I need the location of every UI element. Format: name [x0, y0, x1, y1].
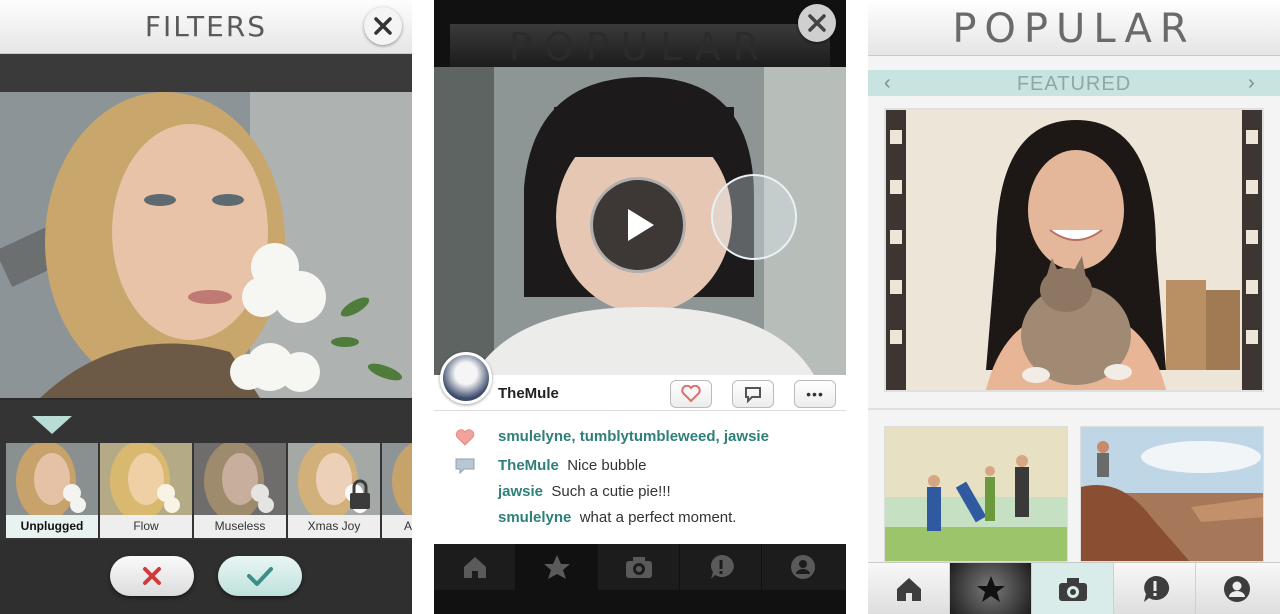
tab-home[interactable] [868, 563, 950, 614]
section-divider [868, 408, 1280, 410]
popular-title: POPULAR [952, 6, 1196, 52]
popular-header: POPULAR [868, 0, 1280, 56]
photo-top-band [0, 54, 412, 92]
post-detail-screen: POPULAR TheMule ••• smulelyne, tumblytum… [434, 0, 846, 614]
tab-profile[interactable] [762, 544, 844, 590]
heart-icon [455, 429, 475, 446]
popular-photo[interactable] [1080, 426, 1264, 562]
filter-unplugged[interactable]: Unplugged [6, 443, 98, 538]
filter-label: Unplugged [6, 515, 98, 538]
tab-home[interactable] [434, 544, 516, 590]
filter-label: Flow [100, 515, 192, 538]
camera-icon [1058, 577, 1087, 601]
tab-popular[interactable] [516, 544, 598, 590]
comment-line: TheMule Nice bubble [498, 457, 646, 474]
filter-label: Xmas Joy [288, 515, 380, 538]
avatar[interactable] [440, 352, 492, 404]
play-icon [628, 209, 654, 241]
comment-icon [1143, 575, 1169, 602]
bottom-edge [434, 590, 846, 614]
close-icon [808, 14, 826, 32]
detail-title: POPULAR [450, 24, 830, 70]
filter-label: A [382, 515, 412, 538]
comment-user[interactable]: TheMule [498, 457, 559, 474]
filter-thumbnail [100, 443, 192, 515]
profile-icon [791, 555, 815, 579]
comment-icon [710, 554, 734, 579]
comment-line: jawsie Such a cutie pie!!! [498, 483, 671, 500]
tab-profile[interactable] [1196, 563, 1278, 614]
more-icon: ••• [806, 386, 824, 402]
check-icon [247, 567, 273, 586]
profile-icon [1224, 575, 1250, 602]
comment-user[interactable]: jawsie [498, 483, 543, 500]
post-username[interactable]: TheMule [498, 385, 559, 402]
comment-line: smulelyne what a perfect moment. [498, 509, 736, 526]
filters-title: FILTERS [144, 10, 268, 43]
heart-icon [681, 385, 701, 403]
filter-thumbnail [288, 443, 380, 515]
tab-activity[interactable] [1114, 563, 1196, 614]
selected-filter-indicator [32, 416, 72, 434]
filter-partial[interactable]: A [382, 443, 412, 538]
popular-photo[interactable] [884, 426, 1068, 562]
comment-icon [745, 387, 761, 403]
tab-popular[interactable] [950, 563, 1032, 614]
tab-activity[interactable] [680, 544, 762, 590]
video-thumbnail[interactable] [434, 67, 846, 375]
home-icon [463, 557, 486, 578]
close-icon [374, 17, 392, 35]
prev-arrow-icon[interactable]: ‹ [884, 73, 891, 93]
tab-camera[interactable] [1032, 563, 1114, 614]
popular-screen: POPULAR FEATURED ‹ › [868, 0, 1280, 614]
comment-icon [455, 458, 475, 475]
filter-label: Museless [194, 515, 286, 538]
home-icon [896, 577, 921, 601]
play-button[interactable] [590, 177, 686, 273]
camera-icon [625, 557, 652, 578]
filter-xmas-joy[interactable]: Xmas Joy [288, 443, 380, 538]
filter-flow[interactable]: Flow [100, 443, 192, 538]
like-button[interactable] [670, 380, 712, 408]
filter-thumbnail [382, 443, 412, 515]
filter-actions-bar [0, 540, 412, 614]
featured-bar: FEATURED ‹ › [868, 70, 1280, 96]
star-icon [543, 555, 570, 579]
close-button[interactable] [364, 7, 402, 45]
comment-text: Such a cutie pie!!! [551, 483, 671, 500]
filter-preview-photo [0, 92, 412, 398]
more-button[interactable]: ••• [794, 380, 836, 408]
comment-text: Nice bubble [567, 457, 647, 474]
comment-user[interactable]: smulelyne [498, 509, 571, 526]
close-button[interactable] [798, 4, 836, 42]
comments-panel: smulelyne, tumblytumbleweed, jawsie TheM… [434, 411, 846, 544]
featured-label: FEATURED [1016, 73, 1132, 95]
confirm-button[interactable] [218, 556, 302, 596]
detail-header: POPULAR [434, 0, 846, 70]
comment-text: what a perfect moment. [579, 509, 737, 526]
filter-thumbnail [194, 443, 286, 515]
filter-museless[interactable]: Museless [194, 443, 286, 538]
post-user-bar [434, 375, 846, 411]
likes-list[interactable]: smulelyne, tumblytumbleweed, jawsie [498, 428, 769, 445]
filter-thumbnail [6, 443, 98, 515]
featured-photo[interactable] [884, 108, 1264, 392]
comment-button[interactable] [732, 380, 774, 408]
filters-header: FILTERS [0, 0, 412, 54]
star-icon [976, 575, 1005, 602]
next-arrow-icon[interactable]: › [1248, 73, 1255, 93]
filters-screen: FILTERS Unplugged Flow Museless Xmas Joy… [0, 0, 412, 614]
x-icon [143, 567, 161, 585]
tab-camera[interactable] [598, 544, 680, 590]
cancel-button[interactable] [110, 556, 194, 596]
